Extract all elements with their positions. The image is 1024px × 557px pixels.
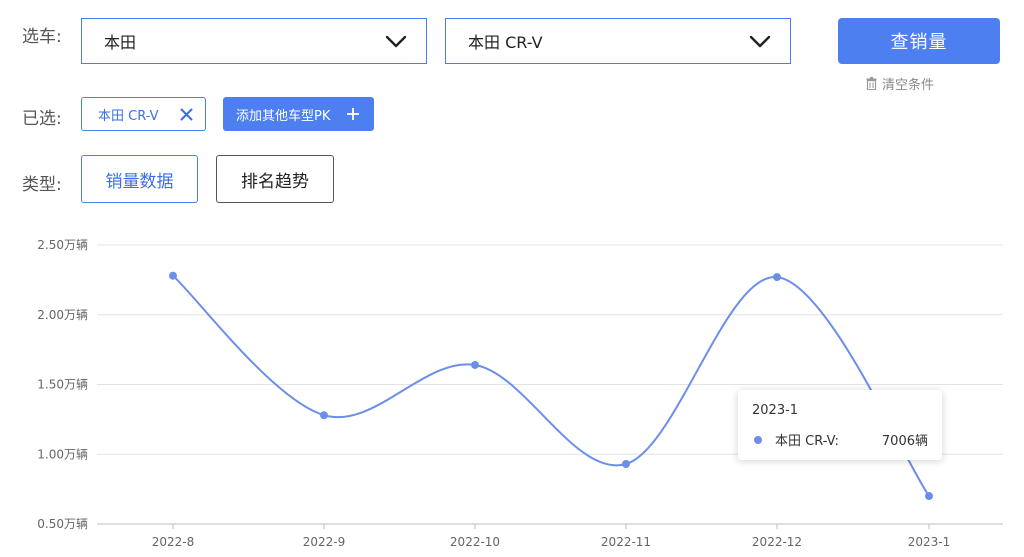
clear-conditions-label: 清空条件 [882,78,935,93]
x-tick-label: 2022-11 [601,535,651,549]
brand-select[interactable]: 本田 [81,18,427,64]
x-tick-label: 2022-12 [752,535,802,549]
brand-select-value: 本田 [104,33,137,52]
query-sales-button[interactable]: 查销量 [838,18,1000,64]
data-point [622,460,630,469]
data-point [169,271,177,280]
add-pk-button[interactable]: 添加其他车型PK [223,97,374,131]
y-tick-label: 1.50万辆 [37,378,88,392]
data-point [471,360,479,369]
tooltip-title: 2023-1 [752,403,799,418]
x-tick-label: 2022-10 [450,535,500,549]
x-tick-label: 2022-8 [152,535,195,549]
chart-tooltip: 2023-1 本田 CR-V: 7006辆 [738,390,942,460]
tab-sales-data[interactable]: 销量数据 [81,155,198,203]
type-label: 类型: [22,175,62,195]
selected-chip-crv: 本田 CR-V [81,97,206,131]
data-point [320,411,328,420]
clear-conditions-link[interactable]: 清空条件 [866,74,934,93]
model-select[interactable]: 本田 CR-V [445,18,791,64]
tooltip-value: 7006辆 [881,434,928,449]
trash-icon [866,77,877,90]
x-tick-label: 2023-1 [908,535,951,549]
x-tick-label: 2022-9 [303,535,346,549]
model-select-value: 本田 CR-V [468,33,543,52]
chevron-down-icon [749,35,771,48]
series-dot-icon [754,435,762,444]
tooltip-series-name: 本田 CR-V: [775,434,839,449]
close-icon[interactable] [180,108,193,121]
series-line-crv [172,274,930,497]
selected-label: 已选: [22,109,62,129]
plus-icon [347,108,359,120]
selected-chip-label: 本田 CR-V [98,108,159,124]
add-pk-label: 添加其他车型PK [236,108,331,124]
y-tick-label: 1.00万辆 [37,447,88,461]
chevron-down-icon [385,35,407,48]
select-car-label: 选车: [22,27,62,47]
y-tick-label: 2.50万辆 [37,238,88,252]
tab-ranking-trend[interactable]: 排名趋势 [216,155,334,203]
tooltip-row: 本田 CR-V: 7006辆 [752,430,928,449]
sales-query-page: 选车: 本田 本田 CR-V 查销量 清空条件 已选: 本田 CR-V 添加其他… [0,0,1024,557]
data-point [925,492,933,501]
data-point [773,273,781,282]
y-tick-label: 0.50万辆 [37,517,88,531]
y-tick-label: 2.00万辆 [37,308,88,322]
